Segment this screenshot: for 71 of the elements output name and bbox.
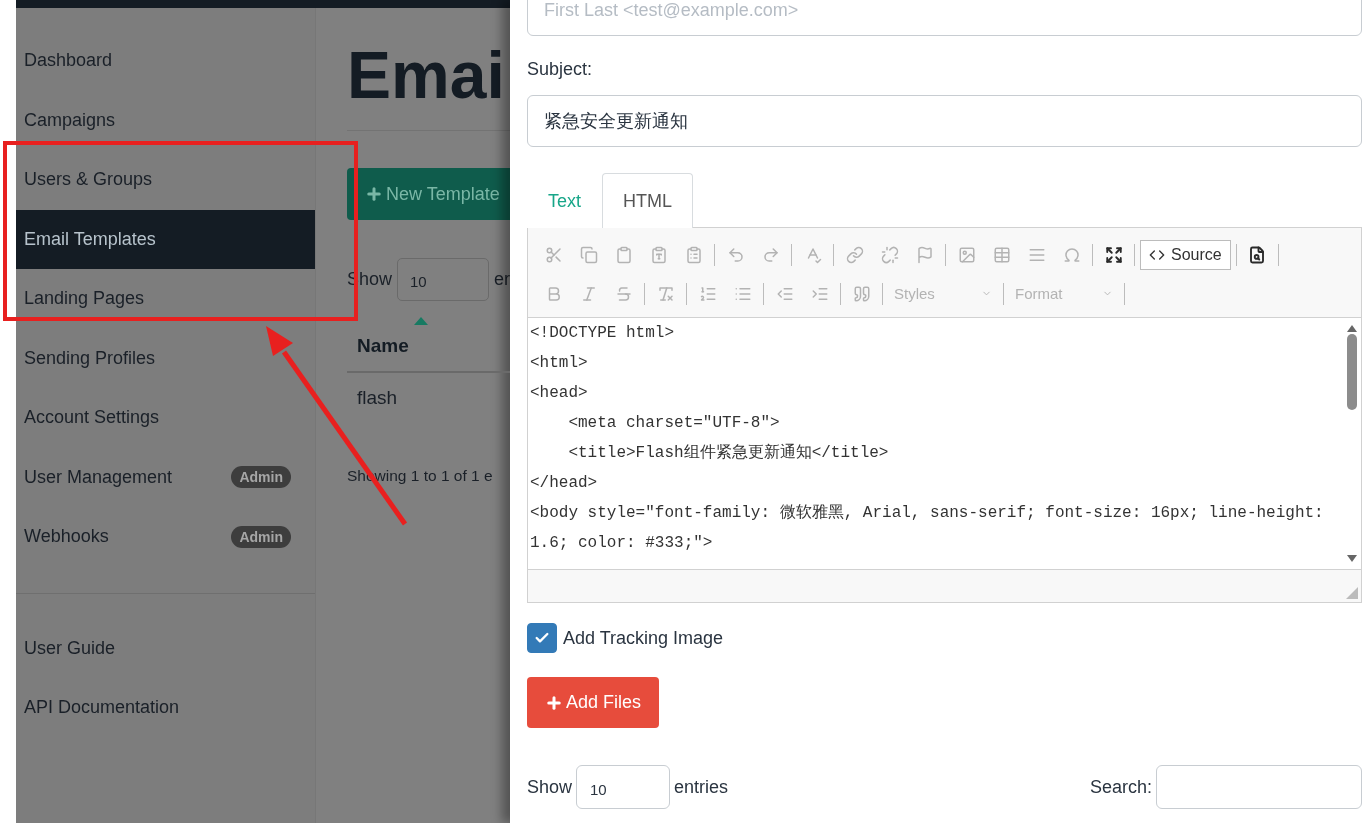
search-field[interactable]	[1156, 765, 1362, 809]
search-label: Search:	[1089, 776, 1152, 798]
sidebar-item-label: User Management	[24, 466, 173, 488]
redo-icon	[761, 245, 780, 264]
tracking-checkbox[interactable]	[527, 623, 557, 653]
sidebar-item[interactable]: Email Templates	[16, 209, 315, 269]
add-files-button[interactable]: Add Files	[527, 677, 660, 728]
sidebar-link[interactable]: API Documentation	[16, 678, 315, 738]
sidebar-item-label: Dashboard	[24, 50, 113, 72]
strikethrough-icon	[614, 284, 633, 303]
plus-icon	[545, 693, 563, 712]
code-line: <head>	[530, 383, 589, 404]
from-placeholder: First Last <test@example.com>	[544, 0, 799, 21]
sidebar-item-label: Users & Groups	[24, 169, 153, 191]
sidebar-item-label: Landing Pages	[24, 288, 145, 310]
preview-icon	[1248, 245, 1267, 264]
code-line: <html>	[530, 353, 589, 374]
subject-label: Subject:	[527, 59, 594, 80]
scroll-up-icon[interactable]	[1347, 324, 1357, 332]
tracking-label: Add Tracking Image	[563, 627, 724, 649]
code-line: <title>Flash组件紧急更新通知</title>	[567, 442, 890, 464]
code-line: <!DOCTYPE html>	[530, 323, 676, 344]
code-line: <body style="font-family: 微软雅黑, Arial, sans-serif; font-size: 16px; line-height: 1.6; color: #333;">	[530, 503, 1325, 554]
editor-tab[interactable]: HTML	[602, 173, 693, 228]
entries-select[interactable]: 10	[397, 258, 489, 301]
new-template-button[interactable]: New Template	[347, 168, 510, 220]
undo-icon	[726, 245, 745, 264]
paste-word-icon	[684, 245, 703, 264]
sidebar-item-label: Sending Profiles	[24, 347, 156, 369]
table-icon	[992, 245, 1011, 264]
paste-icon	[614, 245, 633, 264]
omega-icon	[1062, 245, 1081, 264]
paste-text-icon	[649, 245, 668, 264]
numbered-list-icon	[698, 284, 717, 303]
scrollbar-thumb[interactable]	[1347, 334, 1357, 410]
sidebar-item-label: Webhooks	[24, 526, 109, 548]
table-cell-text: flash	[356, 386, 399, 410]
flag-icon	[915, 245, 934, 264]
subject-field[interactable]: 紧急安全更新通知	[527, 95, 1362, 147]
code-line: <meta charset="UTF-8">	[567, 413, 781, 434]
sidebar-item-label: Account Settings	[24, 407, 160, 429]
resize-grip-icon[interactable]	[1346, 587, 1358, 599]
sidebar-item[interactable]: Users & Groups	[16, 150, 315, 210]
sidebar-link[interactable]: User Guide	[16, 618, 315, 678]
sidebar-item[interactable]: Dashboard	[16, 31, 315, 91]
unlink-icon	[880, 245, 899, 264]
admin-badge: Admin	[231, 525, 291, 548]
remove-format-icon	[656, 284, 675, 303]
show-label: Show	[527, 776, 573, 798]
entries-select[interactable]: 10	[576, 765, 671, 809]
sidebar-item-label: Email Templates	[24, 228, 156, 250]
sidebar-item[interactable]: Sending Profiles	[16, 328, 315, 388]
sidebar-item[interactable]: Webhooks Admin	[16, 507, 315, 567]
copy-icon	[579, 245, 598, 264]
code-line: </head>	[530, 473, 599, 494]
cut-icon	[544, 245, 563, 264]
sidebar-item[interactable]: Campaigns	[16, 90, 315, 150]
admin-badge: Admin	[231, 466, 291, 489]
link-icon	[845, 245, 864, 264]
sidebar-item[interactable]: Landing Pages	[16, 269, 315, 329]
sidebar-item-label: Campaigns	[24, 109, 116, 131]
plus-icon	[365, 185, 383, 203]
image-icon	[957, 245, 976, 264]
quote-icon	[852, 284, 871, 303]
scroll-down-icon[interactable]	[1347, 555, 1357, 563]
entries-label: entries	[674, 776, 729, 798]
sidebar-item[interactable]: User Management Admin	[16, 447, 315, 507]
sidebar-item[interactable]: Account Settings	[16, 388, 315, 448]
fullscreen-icon	[1104, 245, 1123, 264]
entries-label: er	[494, 269, 510, 290]
source-button[interactable]: Source	[1140, 239, 1231, 270]
